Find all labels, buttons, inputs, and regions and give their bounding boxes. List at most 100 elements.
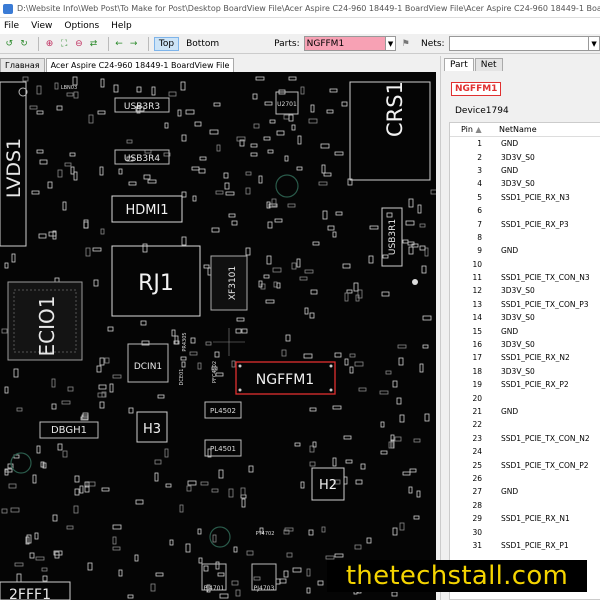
- table-row[interactable]: 19 SSD1_PCIE_RX_P2: [450, 378, 600, 391]
- table-row[interactable]: 28: [450, 499, 600, 512]
- table-row[interactable]: 6: [450, 204, 600, 217]
- smd-component: [97, 392, 106, 398]
- smd-component: [199, 156, 207, 161]
- table-row[interactable]: 18 3D3V_S0: [450, 365, 600, 378]
- table-row[interactable]: 21 GND: [450, 405, 600, 418]
- pin-number: 14: [472, 313, 482, 323]
- smd-component: [241, 328, 248, 334]
- mirror-icon[interactable]: ⇄: [88, 38, 99, 50]
- board-canvas[interactable]: LVDS1 ECIO1 RJ1 HDMI1 USB3R3 USB3R4 CRS1…: [0, 72, 436, 600]
- pin-number: 29: [472, 514, 482, 524]
- smd-component: [263, 136, 271, 141]
- smd-component: [255, 76, 265, 81]
- table-row[interactable]: 13 SSD1_PCIE_TX_CON_P3: [450, 298, 600, 311]
- label-rj1: RJ1: [138, 271, 174, 296]
- smd-component: [321, 164, 326, 174]
- tab-boardview-file[interactable]: Acer Aspire C24-960 18449-1 BoardView Fi…: [45, 58, 235, 72]
- smd-component: [96, 365, 102, 373]
- tab-home[interactable]: Главная: [0, 58, 45, 72]
- smd-component: [171, 329, 176, 337]
- table-row[interactable]: 22: [450, 418, 600, 431]
- net-name: GND: [501, 326, 519, 336]
- smd-component: [203, 565, 209, 572]
- zoom-out-icon[interactable]: ⊖: [74, 38, 85, 50]
- menu-options[interactable]: Options: [64, 21, 99, 31]
- table-row[interactable]: 14 3D3V_S0: [450, 311, 600, 324]
- table-row[interactable]: 23 SSD1_PCIE_TX_CON_N2: [450, 432, 600, 445]
- pin-number: 3: [477, 165, 482, 175]
- net-name: SSD1_PCIE_TX_CON_N3: [501, 273, 590, 283]
- menu-view[interactable]: View: [31, 21, 52, 31]
- smd-component: [353, 282, 359, 292]
- clear-filter-icon[interactable]: ⚑: [400, 38, 411, 50]
- smd-component: [36, 149, 44, 154]
- table-row[interactable]: 15 GND: [450, 324, 600, 337]
- table-row[interactable]: 16 3D3V_S0: [450, 338, 600, 351]
- zoom-in-icon[interactable]: ⊕: [44, 38, 55, 50]
- pin-table[interactable]: Pin ▲ NetName 1 GND 2 3D3V_S0 3 GND 4 3D3V_S0 5 S…: [449, 122, 600, 600]
- table-row[interactable]: 12 3D3V_S0: [450, 284, 600, 297]
- smd-component: [332, 231, 337, 238]
- smd-component: [140, 320, 147, 326]
- table-row[interactable]: 26: [450, 472, 600, 485]
- label-crs1: CRS1: [383, 81, 407, 137]
- table-row[interactable]: 8: [450, 231, 600, 244]
- column-header-netname[interactable]: NetName: [496, 125, 600, 134]
- rotate-right-icon[interactable]: ↻: [19, 38, 30, 50]
- bottom-side-button[interactable]: Bottom: [181, 37, 224, 51]
- smd-component: [231, 360, 236, 368]
- smd-component: [4, 386, 9, 394]
- column-header-pin[interactable]: Pin ▲: [450, 125, 496, 134]
- table-row[interactable]: 20: [450, 391, 600, 404]
- table-row[interactable]: 17 SSD1_PCIE_RX_N2: [450, 351, 600, 364]
- rotate-left-icon[interactable]: ↺: [4, 38, 15, 50]
- label-usb3r3: USB3R3: [124, 102, 160, 112]
- table-row[interactable]: 5 SSD1_PCIE_RX_N3: [450, 191, 600, 204]
- smd-component: [430, 189, 436, 195]
- smd-component: [36, 445, 41, 454]
- table-row[interactable]: 11 SSD1_PCIE_TX_CON_N3: [450, 271, 600, 284]
- table-row[interactable]: 4 3D3V_S0: [450, 177, 600, 190]
- table-row[interactable]: 2 3D3V_S0: [450, 150, 600, 163]
- arrow-right-icon[interactable]: →: [128, 38, 139, 50]
- table-row[interactable]: 25 SSD1_PCIE_TX_CON_P2: [450, 458, 600, 471]
- smd-component: [394, 436, 402, 442]
- smd-component: [72, 76, 78, 86]
- table-row[interactable]: 10: [450, 258, 600, 271]
- chevron-down-icon[interactable]: ▼: [385, 36, 397, 51]
- menu-help[interactable]: Help: [111, 21, 132, 31]
- smd-component: [42, 575, 48, 582]
- table-row[interactable]: 24: [450, 445, 600, 458]
- table-row[interactable]: 31 SSD1_PCIE_RX_P1: [450, 539, 600, 552]
- tab-net[interactable]: Net: [474, 58, 503, 71]
- table-row[interactable]: 30: [450, 525, 600, 538]
- table-row[interactable]: 7 SSD1_PCIE_RX_P3: [450, 217, 600, 230]
- menu-file[interactable]: File: [4, 21, 19, 31]
- table-row[interactable]: 29 SSD1_PCIE_RX_N1: [450, 512, 600, 525]
- smd-component: [334, 352, 342, 358]
- smd-component: [312, 241, 320, 246]
- parts-input[interactable]: [303, 36, 386, 51]
- smd-component: [368, 255, 374, 264]
- tab-part[interactable]: Part: [444, 58, 474, 71]
- nets-input[interactable]: [448, 36, 590, 51]
- top-side-button[interactable]: Top: [153, 36, 180, 51]
- toolbar-separator: [148, 36, 149, 51]
- table-row[interactable]: 1 GND: [450, 137, 600, 150]
- table-row[interactable]: 27 GND: [450, 485, 600, 498]
- chevron-down-icon[interactable]: ▼: [589, 36, 600, 51]
- arrow-left-icon[interactable]: ←: [114, 38, 125, 50]
- smd-component: [349, 353, 356, 358]
- nets-label: Nets:: [421, 38, 445, 49]
- pin-number: 16: [472, 340, 482, 350]
- table-row[interactable]: 3 GND: [450, 164, 600, 177]
- smd-component: [258, 175, 263, 184]
- smd-component: [380, 450, 388, 455]
- pin-number: 5: [477, 192, 482, 202]
- zoom-fit-icon[interactable]: ⛶: [59, 38, 70, 50]
- smd-component: [113, 84, 119, 93]
- table-row[interactable]: 9 GND: [450, 244, 600, 257]
- smd-component: [332, 457, 337, 467]
- net-name: 3D3V_S0: [501, 340, 535, 350]
- pin-number: 17: [472, 353, 482, 363]
